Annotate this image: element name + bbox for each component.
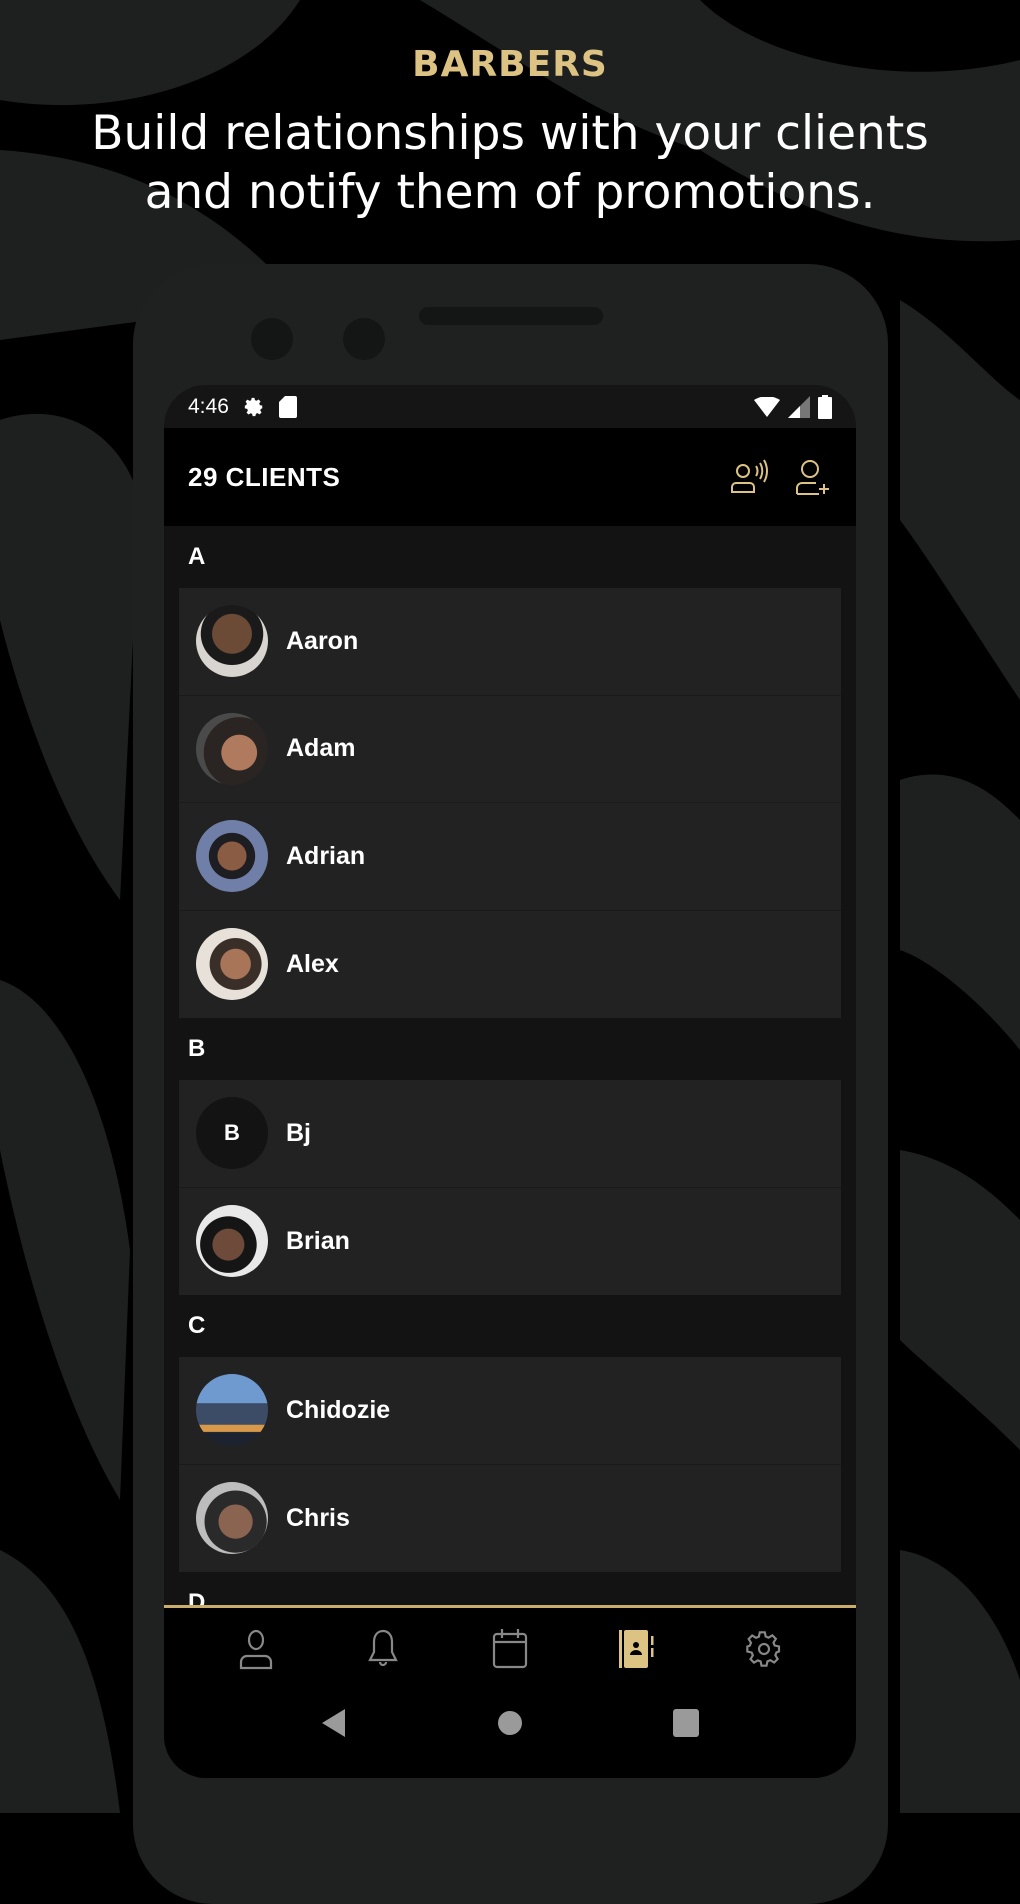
section-card: Chidozie Chris [179,1357,841,1572]
contacts-book-icon [619,1630,654,1668]
promo-headline: Build relationships with your clients an… [0,104,1020,222]
camera [251,318,293,360]
gear-icon [244,397,263,416]
headline-line-2: and notify them of promotions. [144,165,876,220]
page-title: 29 CLIENTS [188,461,341,492]
speaker [419,307,603,325]
wifi-icon [754,396,780,417]
client-row[interactable]: Aaron [179,588,841,696]
broadcast-client-icon[interactable] [730,458,768,496]
client-name: Adrian [286,841,366,870]
nav-notifications[interactable] [363,1628,403,1670]
client-row[interactable]: Chris [179,1465,841,1573]
signal-icon [788,395,810,418]
client-name: Chidozie [286,1395,391,1424]
person-icon [239,1629,272,1670]
client-list[interactable]: A Aaron Adam Adrian Alex B B Bj Brian C C… [164,526,856,1634]
gear-icon [746,1631,781,1667]
client-name: Chris [286,1503,350,1532]
client-row[interactable]: B Bj [179,1080,841,1188]
sd-card-icon [278,395,297,418]
phone-screen: 4:46 29 CLIENTS A Aaron Adam Adrian Alex… [164,385,856,1778]
status-bar: 4:46 [164,385,856,428]
client-row[interactable]: Adrian [179,803,841,911]
client-name: Alex [286,949,339,978]
client-row[interactable]: Alex [179,911,841,1019]
sensor [343,318,385,360]
status-time: 4:46 [188,394,229,418]
client-name: Aaron [286,626,359,655]
add-client-icon[interactable] [794,458,832,496]
section-card: Aaron Adam Adrian Alex [179,588,841,1018]
client-row[interactable]: Adam [179,696,841,803]
section-card: B Bj Brian [179,1080,841,1295]
nav-profile[interactable] [236,1628,276,1670]
home-icon[interactable] [497,1710,523,1736]
bell-icon [368,1629,398,1667]
avatar [196,928,268,1001]
app-bar: 29 CLIENTS [164,428,856,526]
headline-line-1: Build relationships with your clients [91,106,929,161]
nav-calendar[interactable] [490,1628,530,1670]
avatar [196,605,268,678]
client-name: Bj [286,1118,311,1147]
recents-icon[interactable] [673,1709,699,1737]
section-header: A [188,543,206,570]
nav-clients[interactable] [617,1628,657,1670]
bottom-nav [164,1605,856,1778]
promo-tag: BARBERS [412,44,608,85]
avatar-initial: B [196,1097,268,1170]
client-row[interactable]: Chidozie [179,1357,841,1465]
section-header: B [188,1035,206,1062]
nav-settings[interactable] [744,1628,784,1670]
avatar [196,1205,268,1278]
calendar-icon [492,1629,528,1669]
avatar [196,1374,268,1447]
section-header: C [188,1312,206,1339]
client-name: Adam [286,734,356,763]
avatar [196,1482,268,1555]
system-nav-bar [164,1708,856,1738]
battery-icon [818,394,832,419]
avatar [196,712,268,785]
client-name: Brian [286,1226,350,1255]
client-row[interactable]: Brian [179,1188,841,1296]
avatar [196,820,268,893]
back-icon[interactable] [321,1708,347,1738]
